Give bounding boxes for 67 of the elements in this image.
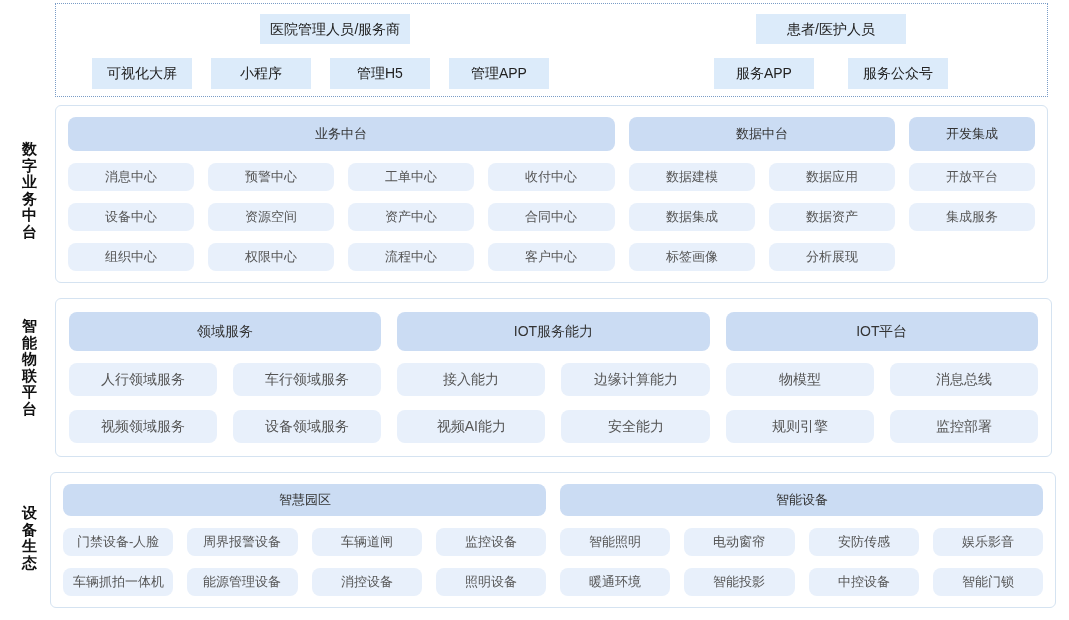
- module-label: 智能投影: [684, 568, 795, 596]
- module-label: 资源空间: [208, 203, 335, 231]
- module-label: 视频领域服务: [69, 410, 218, 443]
- module-label: 流程中心: [348, 243, 475, 271]
- group-header: 智能设备: [560, 484, 1043, 516]
- channel-label: 管理APP: [448, 58, 549, 89]
- group-header: IOT服务能力: [397, 312, 710, 351]
- module-label: 门禁设备-人脸: [63, 528, 174, 556]
- module-label: 人行领域服务: [69, 363, 218, 396]
- module-label: 车辆抓拍一体机: [63, 568, 174, 596]
- module-label: 视频AI能力: [397, 410, 546, 443]
- module-label: 数据集成: [628, 203, 755, 231]
- module-label: 监控设备: [435, 528, 546, 556]
- module-label: 娱乐影音: [932, 528, 1043, 556]
- module-label: 边缘计算能力: [561, 363, 710, 396]
- module-label: 合同中心: [488, 203, 615, 231]
- module-label: 中控设备: [808, 568, 919, 596]
- module-label: 监控部署: [889, 410, 1038, 443]
- module-label: 集成服务: [908, 203, 1035, 231]
- module-label: 资产中心: [348, 203, 475, 231]
- group-header: IOT平台: [725, 312, 1038, 351]
- module-label: 标签画像: [628, 243, 755, 271]
- module-label: 照明设备: [435, 568, 546, 596]
- module-label: 数据资产: [768, 203, 895, 231]
- module-label: 收付中心: [488, 163, 615, 191]
- layer-title: 设备生态: [22, 503, 37, 571]
- module-label: 预警中心: [208, 163, 335, 191]
- group-header: 领域服务: [69, 312, 382, 351]
- module-label: 车辆道闸: [311, 528, 422, 556]
- module-label: 规则引擎: [725, 410, 874, 443]
- module-label: 物模型: [725, 363, 874, 396]
- module-label: 接入能力: [397, 363, 546, 396]
- audience-label: 患者/医护人员: [755, 14, 906, 44]
- channel-label: 可视化大屏: [91, 58, 192, 89]
- module-label: 消息中心: [68, 163, 195, 191]
- module-label: 智能门锁: [932, 568, 1043, 596]
- group-header: 数据中台: [628, 117, 895, 151]
- group-header: 智慧园区: [63, 484, 546, 516]
- module-label: 客户中心: [488, 243, 615, 271]
- module-label: 设备领域服务: [233, 410, 382, 443]
- module-label: 车行领域服务: [233, 363, 382, 396]
- module-label: 工单中心: [348, 163, 475, 191]
- group-header: 业务中台: [68, 117, 615, 151]
- audience-label: 医院管理人员/服务商: [260, 14, 411, 44]
- module-label: 设备中心: [68, 203, 195, 231]
- module-label: 数据应用: [768, 163, 895, 191]
- module-label: 权限中心: [208, 243, 335, 271]
- module-label: 消息总线: [889, 363, 1038, 396]
- module-label: 周界报警设备: [187, 528, 298, 556]
- module-label: 数据建模: [628, 163, 755, 191]
- channel-label: 管理H5: [329, 58, 430, 89]
- module-label: 暖通环境: [560, 568, 671, 596]
- layer-title: 数字业务中台: [22, 139, 37, 240]
- module-label: 能源管理设备: [187, 568, 298, 596]
- group-header: 开发集成: [908, 117, 1035, 151]
- module-label: 电动窗帘: [684, 528, 795, 556]
- module-label: 消控设备: [311, 568, 422, 596]
- module-label: 开放平台: [908, 163, 1035, 191]
- module-label: 安全能力: [561, 410, 710, 443]
- module-label: 安防传感: [808, 528, 919, 556]
- channel-label: 服务公众号: [847, 58, 948, 89]
- channel-label: 服务APP: [713, 58, 814, 89]
- module-label: 分析展现: [768, 243, 895, 271]
- module-label: 智能照明: [560, 528, 671, 556]
- module-label: 组织中心: [68, 243, 195, 271]
- channel-label: 小程序: [210, 58, 311, 89]
- layer-title: 智能物联平台: [22, 316, 37, 417]
